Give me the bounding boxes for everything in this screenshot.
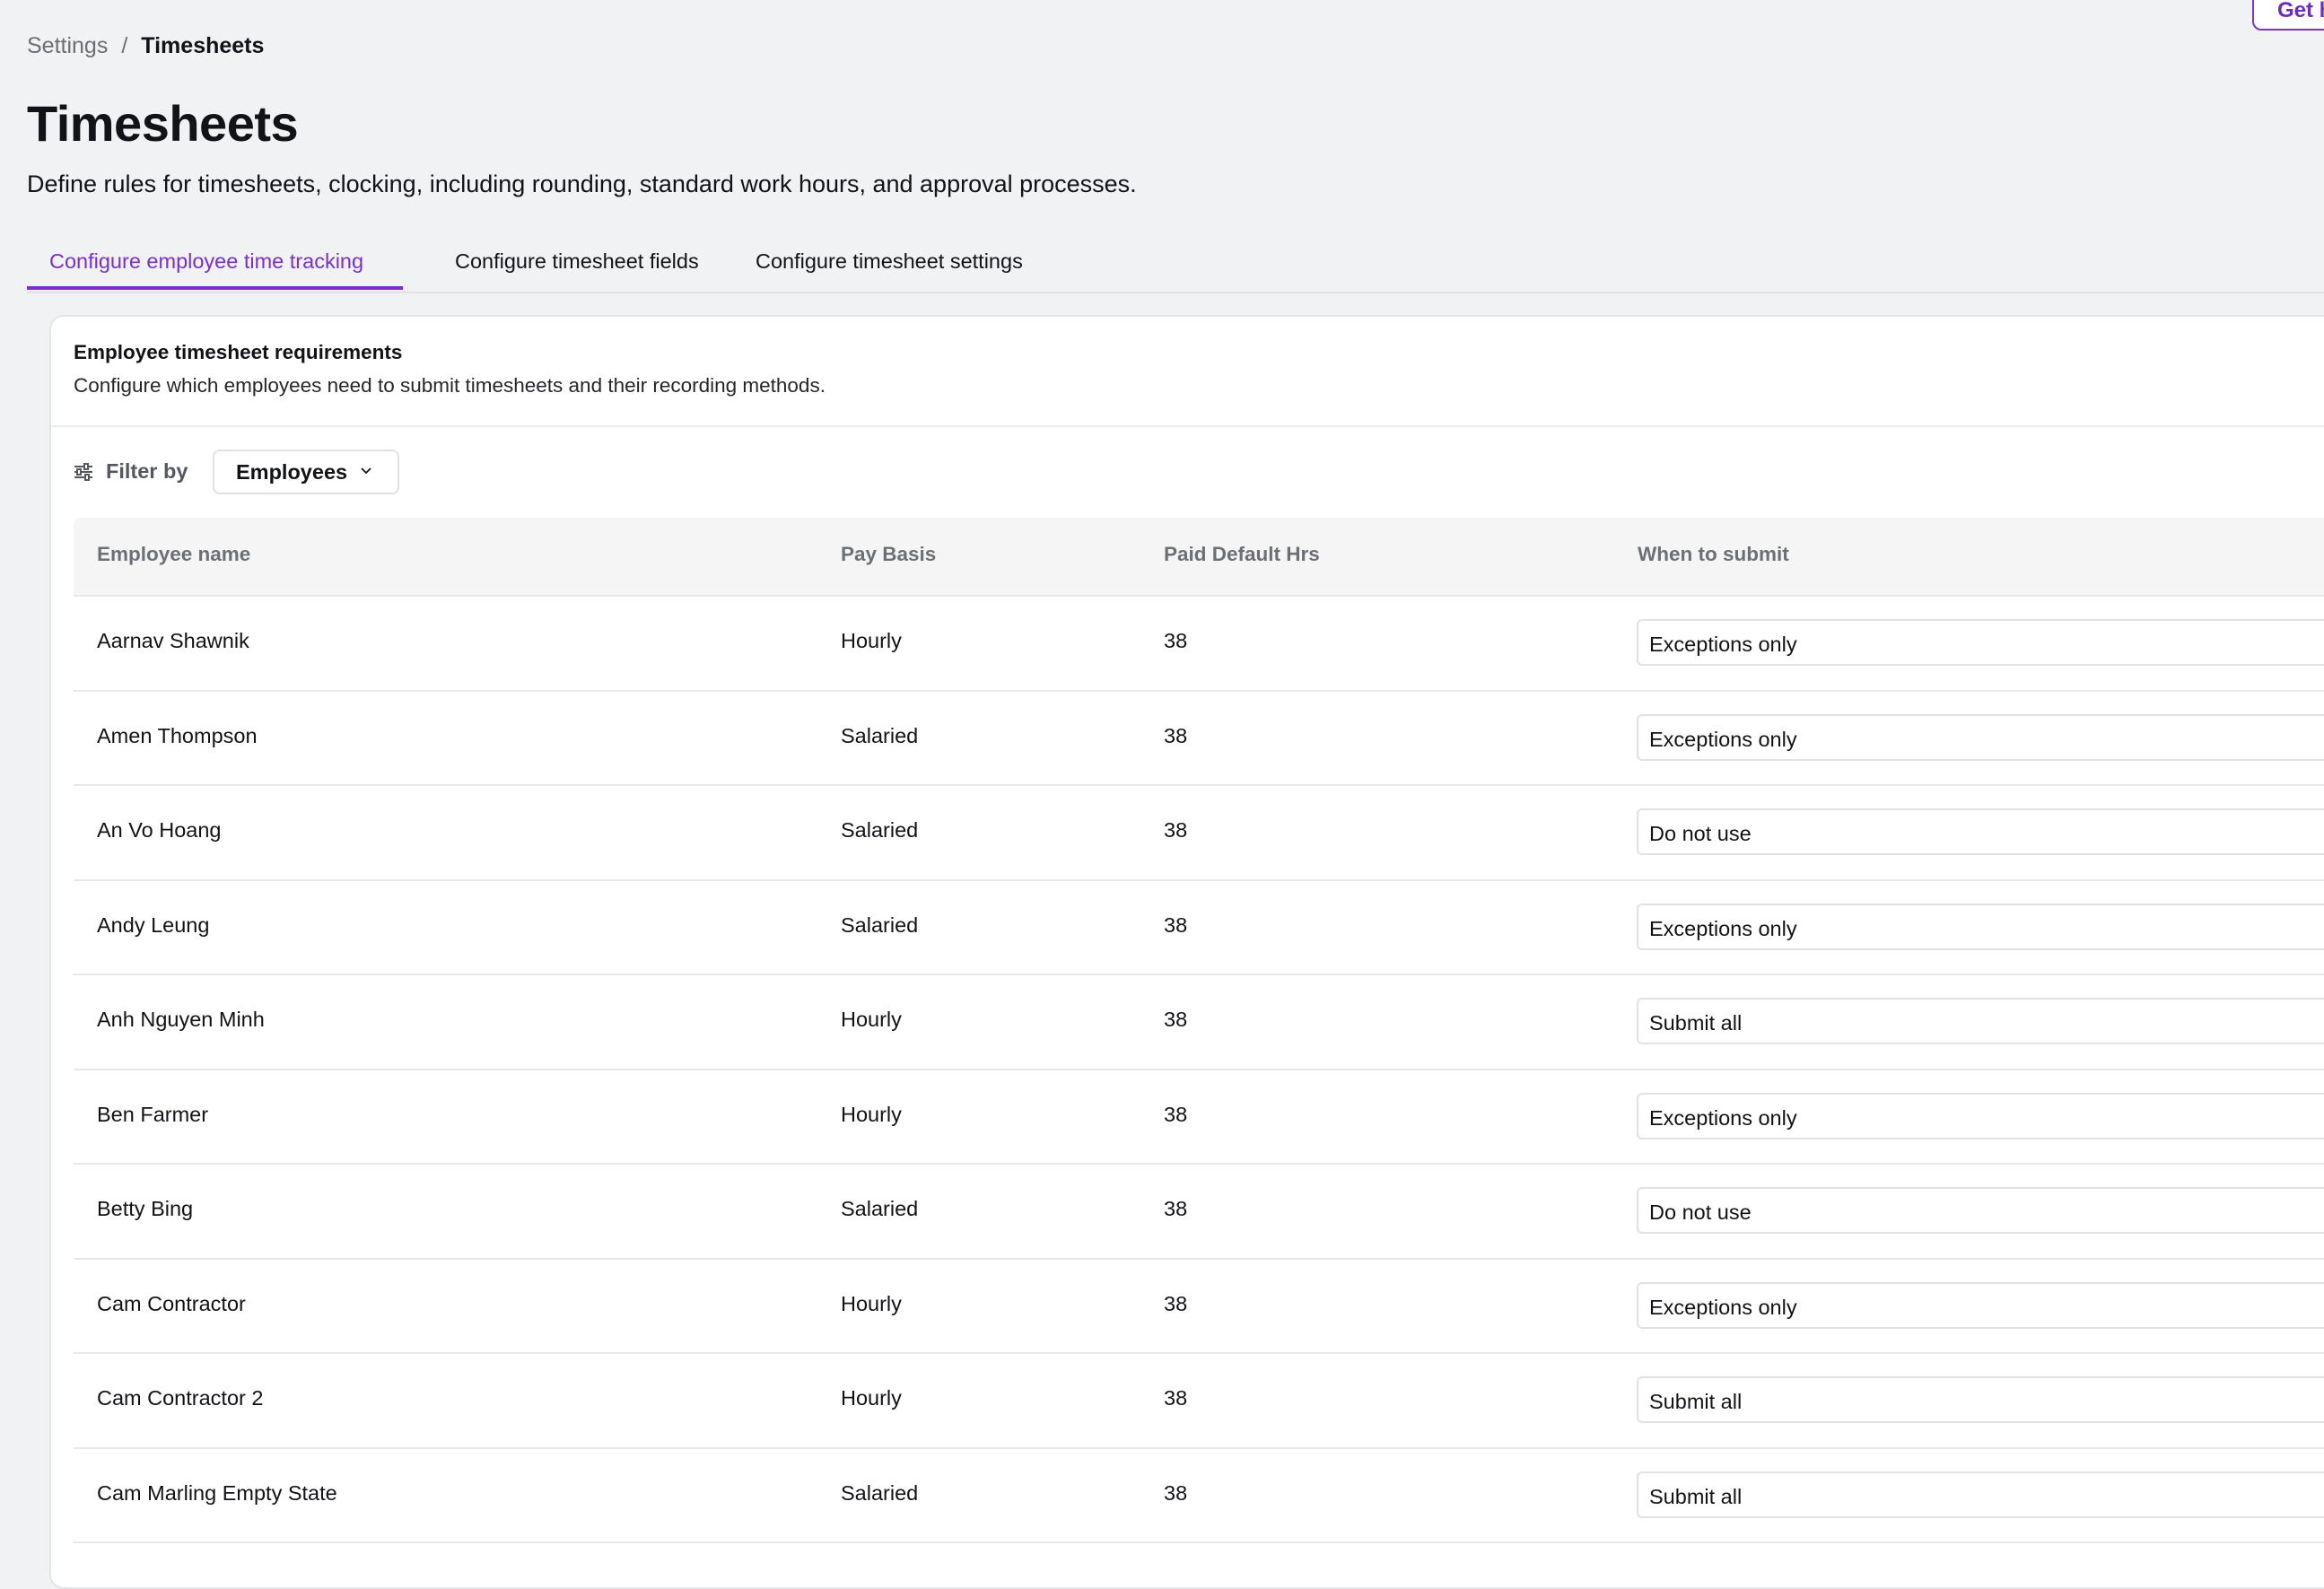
pay-basis: Salaried bbox=[841, 1197, 919, 1220]
table-header: Employee name Pay Basis Paid Default Hrs… bbox=[74, 518, 2324, 597]
paid-default-hrs: 38 bbox=[1164, 818, 1188, 842]
paid-default-hrs: 38 bbox=[1164, 1291, 1188, 1315]
when-to-submit-select[interactable]: Exceptions only bbox=[1637, 713, 2324, 761]
when-to-submit-value: Submit all bbox=[1649, 1390, 1743, 1413]
employee-timesheet-card: Employee timesheet requirements Configur… bbox=[49, 315, 2324, 1589]
when-to-submit-value: Do not use bbox=[1649, 1200, 1752, 1224]
page-description: Define rules for timesheets, clocking, i… bbox=[27, 170, 1137, 197]
when-to-submit-select[interactable]: Exceptions only bbox=[1637, 903, 2324, 950]
table-row: An Vo Hoang Salaried 38 Do not use bbox=[74, 786, 2324, 881]
pay-basis: Salaried bbox=[841, 912, 919, 937]
employee-name: Cam Marling Empty State bbox=[97, 1480, 337, 1505]
employee-name: Amen Thompson bbox=[97, 723, 258, 747]
divider bbox=[51, 425, 2324, 427]
paid-default-hrs: 38 bbox=[1164, 723, 1188, 747]
employee-name: Ben Farmer bbox=[97, 1102, 209, 1126]
when-to-submit-value: Submit all bbox=[1649, 1484, 1743, 1508]
pay-basis: Salaried bbox=[841, 723, 919, 747]
table-row: Aarnav Shawnik Hourly 38 Exceptions only bbox=[74, 597, 2324, 692]
employee-name: Cam Contractor 2 bbox=[97, 1386, 264, 1410]
filter-label-text: Filter by bbox=[106, 459, 188, 483]
employee-name: An Vo Hoang bbox=[97, 818, 222, 842]
table-row: Ben Farmer Hourly 38 Exceptions only bbox=[74, 1070, 2324, 1165]
table-row: Andy Leung Salaried 38 Exceptions only bbox=[74, 881, 2324, 975]
pay-basis: Hourly bbox=[841, 1102, 902, 1126]
when-to-submit-select[interactable]: Submit all bbox=[1637, 998, 2324, 1044]
breadcrumb-settings-link[interactable]: Settings bbox=[27, 33, 108, 59]
paid-default-hrs: 38 bbox=[1164, 629, 1188, 652]
when-to-submit-value: Do not use bbox=[1649, 822, 1752, 845]
sliders-icon bbox=[74, 462, 92, 481]
when-to-submit-value: Exceptions only bbox=[1649, 1105, 1797, 1130]
when-to-submit-select[interactable]: Do not use bbox=[1637, 1187, 2324, 1234]
table-row: Cam Contractor 2 Hourly 38 Submit all bbox=[74, 1354, 2324, 1449]
when-to-submit-select[interactable]: Exceptions only bbox=[1637, 619, 2324, 666]
filter-dropdown-value: Employees bbox=[236, 459, 348, 484]
paid-default-hrs: 38 bbox=[1164, 912, 1188, 937]
when-to-submit-value: Exceptions only bbox=[1649, 633, 1797, 656]
breadcrumb-separator: / bbox=[121, 33, 128, 58]
when-to-submit-select[interactable]: Submit all bbox=[1637, 1471, 2324, 1518]
get-help-button[interactable]: Get h bbox=[2252, 0, 2324, 31]
chevron-down-icon bbox=[361, 467, 371, 475]
column-header-paid-default-hrs[interactable]: Paid Default Hrs bbox=[1164, 543, 1320, 566]
employee-name: Anh Nguyen Minh bbox=[97, 1008, 265, 1031]
when-to-submit-select[interactable]: Submit all bbox=[1637, 1376, 2324, 1423]
card-title: Employee timesheet requirements bbox=[74, 341, 403, 363]
pay-basis: Salaried bbox=[841, 1480, 919, 1505]
pay-basis: Hourly bbox=[841, 629, 902, 652]
page-title: Timesheets bbox=[27, 95, 299, 152]
breadcrumb: Settings / Timesheets bbox=[27, 33, 264, 59]
paid-default-hrs: 38 bbox=[1164, 1102, 1188, 1126]
filter-employees-dropdown[interactable]: Employees bbox=[213, 450, 399, 494]
pay-basis: Salaried bbox=[841, 818, 919, 842]
tab-bar: Configure employee time tracking Configu… bbox=[27, 240, 2324, 293]
pay-basis: Hourly bbox=[841, 1291, 902, 1315]
pay-basis: Hourly bbox=[841, 1386, 902, 1410]
table-row: Cam Marling Empty State Salaried 38 Subm… bbox=[74, 1449, 2324, 1543]
breadcrumb-current: Timesheets bbox=[141, 33, 265, 58]
card-description: Configure which employees need to submit… bbox=[74, 374, 826, 397]
table-row: Cam Contractor Hourly 38 Exceptions only bbox=[74, 1260, 2324, 1354]
when-to-submit-value: Exceptions only bbox=[1649, 1295, 1797, 1319]
column-header-pay-basis[interactable]: Pay Basis bbox=[841, 543, 936, 566]
pay-basis: Hourly bbox=[841, 1008, 902, 1031]
when-to-submit-value: Submit all bbox=[1649, 1011, 1743, 1035]
when-to-submit-select[interactable]: Do not use bbox=[1637, 808, 2324, 855]
column-header-when-to-submit[interactable]: When to submit bbox=[1638, 543, 1789, 566]
employee-name: Betty Bing bbox=[97, 1197, 194, 1220]
employee-name: Aarnav Shawnik bbox=[97, 629, 249, 652]
tab-configure-timesheet-fields[interactable]: Configure timesheet fields bbox=[432, 240, 721, 290]
table-body: Aarnav Shawnik Hourly 38 Exceptions only… bbox=[74, 597, 2324, 1543]
when-to-submit-value: Exceptions only bbox=[1649, 916, 1797, 940]
paid-default-hrs: 38 bbox=[1164, 1386, 1188, 1410]
employee-name: Andy Leung bbox=[97, 912, 210, 937]
paid-default-hrs: 38 bbox=[1164, 1008, 1188, 1031]
employee-table: Employee name Pay Basis Paid Default Hrs… bbox=[74, 518, 2324, 1543]
column-header-employee-name[interactable]: Employee name bbox=[97, 543, 250, 566]
when-to-submit-select[interactable]: Exceptions only bbox=[1637, 1092, 2324, 1139]
when-to-submit-value: Exceptions only bbox=[1649, 727, 1797, 751]
when-to-submit-select[interactable]: Exceptions only bbox=[1637, 1281, 2324, 1329]
employee-name: Cam Contractor bbox=[97, 1291, 246, 1315]
paid-default-hrs: 38 bbox=[1164, 1197, 1188, 1220]
filter-label: Filter by bbox=[74, 459, 188, 484]
table-row: Anh Nguyen Minh Hourly 38 Submit all bbox=[74, 975, 2324, 1070]
tab-configure-timesheet-settings[interactable]: Configure timesheet settings bbox=[733, 240, 1045, 290]
table-row: Betty Bing Salaried 38 Do not use bbox=[74, 1165, 2324, 1260]
paid-default-hrs: 38 bbox=[1164, 1480, 1188, 1505]
table-row: Amen Thompson Salaried 38 Exceptions onl… bbox=[74, 692, 2324, 786]
tab-configure-employee-time-tracking[interactable]: Configure employee time tracking bbox=[27, 240, 403, 290]
